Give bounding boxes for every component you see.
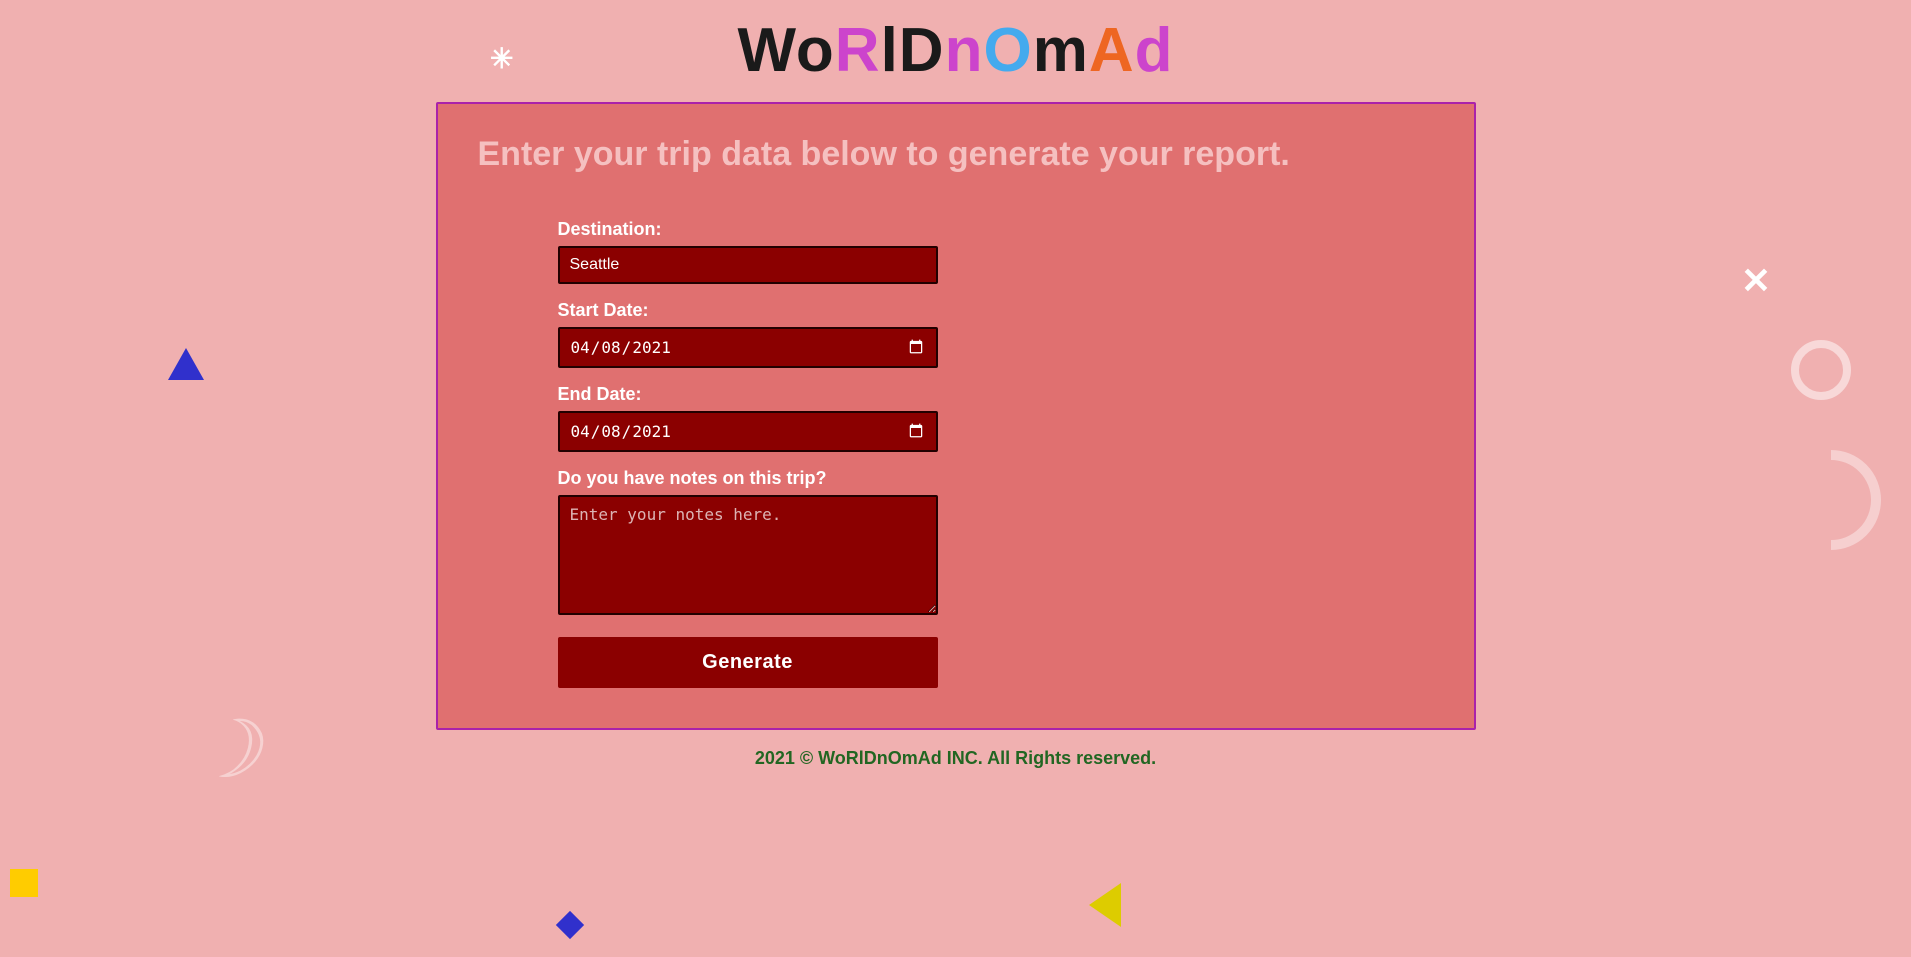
header: WoRlDnOmAd xyxy=(0,0,1911,92)
footer-text: 2021 © WoRlDnOmAd INC. All Rights reserv… xyxy=(0,748,1911,769)
end-date-input[interactable] xyxy=(558,411,938,452)
x-decoration: ✕ xyxy=(1741,260,1771,302)
partial-circle-decoration xyxy=(1781,450,1881,550)
destination-label: Destination: xyxy=(558,219,662,240)
form-section: Destination: Start Date: End Date: Do yo… xyxy=(558,203,938,688)
logo-char-l: l xyxy=(881,16,899,85)
logo-char-n: n xyxy=(945,16,984,85)
app-logo: WoRlDnOmAd xyxy=(0,20,1911,82)
logo-char-r: R xyxy=(835,16,881,85)
triangle-right-decoration xyxy=(1089,883,1121,927)
footer: 2021 © WoRlDnOmAd INC. All Rights reserv… xyxy=(0,730,1911,779)
logo-char-o2: O xyxy=(983,16,1032,85)
triangle-left-decoration xyxy=(168,348,204,380)
start-date-input[interactable] xyxy=(558,327,938,368)
form-card: Enter your trip data below to generate y… xyxy=(436,102,1476,730)
logo-char-d1: D xyxy=(899,16,945,85)
form-heading: Enter your trip data below to generate y… xyxy=(478,134,1434,175)
circle-decoration xyxy=(1791,340,1851,400)
notes-textarea[interactable] xyxy=(558,495,938,615)
logo-char-a: A xyxy=(1089,16,1135,85)
start-date-label: Start Date: xyxy=(558,300,649,321)
diamond-decoration xyxy=(556,911,584,939)
logo-char-d2: d xyxy=(1135,16,1174,85)
generate-button[interactable]: Generate xyxy=(558,637,938,688)
end-date-label: End Date: xyxy=(558,384,642,405)
logo-char-m: m xyxy=(1033,16,1089,85)
destination-input[interactable] xyxy=(558,246,938,284)
square-decoration xyxy=(10,869,38,897)
logo-char-w: W xyxy=(738,16,796,85)
notes-label: Do you have notes on this trip? xyxy=(558,468,827,489)
logo-char-o1: o xyxy=(796,16,835,85)
